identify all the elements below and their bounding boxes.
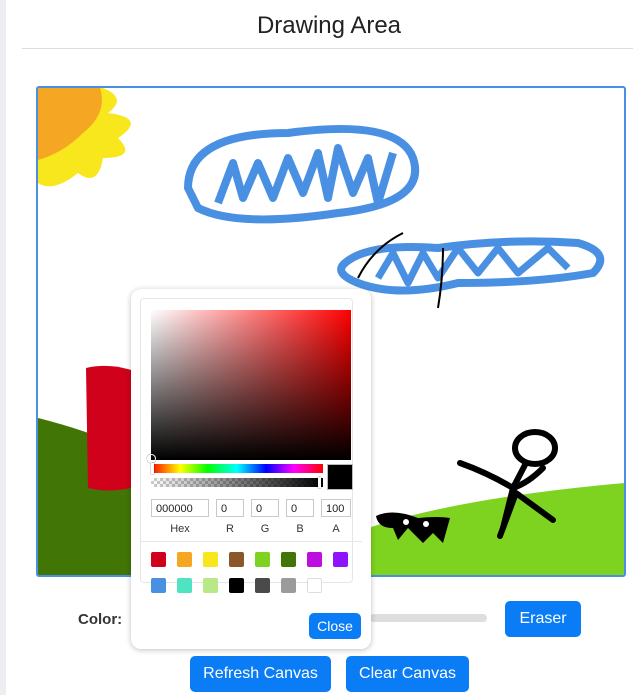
clear-canvas-button[interactable]: Clear Canvas	[346, 656, 469, 692]
color-swatch[interactable]	[177, 578, 192, 593]
alpha-slider[interactable]	[151, 478, 323, 487]
stick-head	[512, 429, 558, 467]
color-picker-popup: 000000 0 0 0 100 Hex R G B A Close	[131, 289, 371, 649]
color-swatch[interactable]	[255, 578, 270, 593]
green-label: G	[260, 523, 270, 535]
hue-slider[interactable]	[151, 464, 323, 473]
color-swatch[interactable]	[307, 552, 322, 567]
blue-label: B	[296, 523, 304, 535]
color-swatch[interactable]	[203, 552, 218, 567]
color-swatch[interactable]	[255, 552, 270, 567]
color-swatch[interactable]	[151, 578, 166, 593]
page-left-edge	[0, 0, 6, 695]
page-title: Drawing Area	[22, 0, 633, 49]
cloud-left-scribble	[214, 144, 397, 207]
alpha-label: A	[332, 523, 340, 535]
color-swatch[interactable]	[177, 552, 192, 567]
color-swatch[interactable]	[229, 578, 244, 593]
eraser-button[interactable]: Eraser	[505, 601, 581, 637]
close-button[interactable]: Close	[309, 613, 361, 639]
dog-spot-b	[423, 521, 429, 527]
stick-arms	[457, 460, 546, 492]
dog-spot-a	[403, 519, 409, 525]
color-swatch[interactable]	[229, 552, 244, 567]
alpha-input[interactable]: 100	[321, 499, 351, 517]
red-shape	[86, 365, 131, 491]
green-input[interactable]: 0	[251, 499, 279, 517]
brush-size-slider[interactable]	[370, 614, 487, 622]
saturation-value-area[interactable]	[151, 310, 351, 460]
red-label: R	[226, 523, 234, 535]
color-swatch[interactable]	[333, 552, 348, 567]
swatch-divider	[140, 541, 362, 542]
color-swatch[interactable]	[203, 578, 218, 593]
color-swatch[interactable]	[307, 578, 322, 593]
hex-label: Hex	[170, 523, 190, 535]
refresh-canvas-button[interactable]: Refresh Canvas	[190, 656, 331, 692]
saturation-cursor[interactable]	[147, 454, 156, 463]
color-swatch[interactable]	[151, 552, 166, 567]
cloud-left	[184, 124, 420, 224]
color-label: Color:	[78, 611, 123, 628]
color-swatch[interactable]	[281, 552, 296, 567]
color-preview	[327, 464, 353, 490]
red-input[interactable]: 0	[216, 499, 244, 517]
blue-input[interactable]: 0	[286, 499, 314, 517]
hex-input[interactable]: 000000	[151, 499, 209, 517]
alpha-slider-thumb[interactable]	[318, 477, 321, 488]
color-swatch[interactable]	[281, 578, 296, 593]
hue-slider-thumb[interactable]	[151, 463, 154, 474]
